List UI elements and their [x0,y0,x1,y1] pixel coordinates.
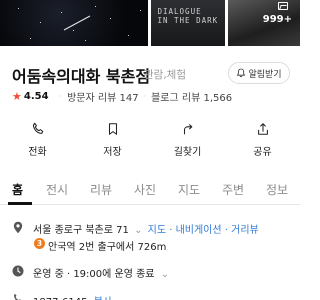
address-row: 서울 종로구 북촌로 71 ⌄ 지도 · 내비게이션 · 거리뷰 [12,221,300,236]
directions-icon [183,124,192,135]
call-button-label: 전화 [28,147,47,158]
star-icon: ★ [12,89,22,103]
tab-map[interactable]: 지도 [178,181,200,198]
tab-photos[interactable]: 사진 [134,181,156,198]
tab-exhibition[interactable]: 전시 [46,181,68,198]
location-pin-icon [13,221,23,234]
visitor-review-link[interactable]: 방문자 리뷰 147 [67,89,138,104]
chevron-down-icon[interactable]: ⌄ [134,225,142,236]
blog-review-link[interactable]: 블로그 리뷰 1,566 [151,89,232,104]
action-bar: 전화 저장 길찾기 공유 [0,122,300,160]
rating-value: 4.54 [23,90,49,102]
phone-icon [32,122,43,134]
gallery-photo-2[interactable]: DIALOGUE IN THE DARK [151,0,225,46]
save-button-label: 저장 [103,147,122,158]
place-category: 관람,체험 [144,69,186,81]
share-button-label: 공유 [253,147,272,158]
phone-small-icon [14,293,21,300]
divider-dot: · [143,91,147,101]
call-button[interactable]: 전화 [0,122,75,160]
clock-icon [12,265,24,277]
phone-row: 1877-6145 복사 [12,293,300,300]
subway-line-badge: 3 [34,238,45,249]
alarm-button-label: 알림받기 [248,69,282,80]
place-header: 어둠속의대화 북촌점 관람,체험 알림받기 [12,62,290,86]
shooting-star-decoration [63,15,91,31]
tab-home[interactable]: 홈 [12,181,23,198]
divider-dot: · [59,91,63,101]
address-text: 서울 종로구 북촌로 71 [33,225,129,236]
gallery-photo-1[interactable] [0,0,149,46]
hours-row[interactable]: 운영 중 · 19:00에 운영 종료 ⌄ [12,265,300,280]
chevron-down-icon[interactable]: ⌄ [161,269,169,280]
tab-info[interactable]: 정보 [266,181,288,198]
address-links[interactable]: 지도 · 내비게이션 · 거리뷰 [148,225,259,236]
subway-directions: 안국역 2번 출구에서 726m [48,242,167,253]
tab-nearby[interactable]: 주변 [222,181,244,198]
tab-bar: 홈 전시 리뷰 사진 지도 주변 정보 [0,177,300,205]
share-icon [257,123,268,135]
image-stack-icon [278,2,288,10]
hours-status: 운영 중 · 19:00에 운영 종료 [33,269,155,280]
save-button[interactable]: 저장 [75,122,150,160]
subway-row: 3 안국역 2번 출구에서 726m [12,238,300,253]
bookmark-icon [108,123,117,135]
rating-row: ★ 4.54 · 방문자 리뷰 147 · 블로그 리뷰 1,566 [12,89,232,104]
directions-button[interactable]: 길찾기 [150,122,225,160]
share-button[interactable]: 공유 [225,122,300,160]
photo-sign-text: DIALOGUE IN THE DARK [157,7,219,25]
photo-gallery[interactable]: DIALOGUE IN THE DARK 999+ [0,0,300,46]
active-tab-indicator [8,202,32,205]
directions-button-label: 길찾기 [173,147,202,158]
more-photos-count: 999+ [262,14,292,25]
place-name: 어둠속의대화 북촌점 [12,67,151,86]
tab-review[interactable]: 리뷰 [90,181,112,198]
gallery-photo-3[interactable]: 999+ [227,0,300,46]
alarm-button[interactable]: 알림받기 [228,62,290,84]
bell-icon [237,68,246,78]
